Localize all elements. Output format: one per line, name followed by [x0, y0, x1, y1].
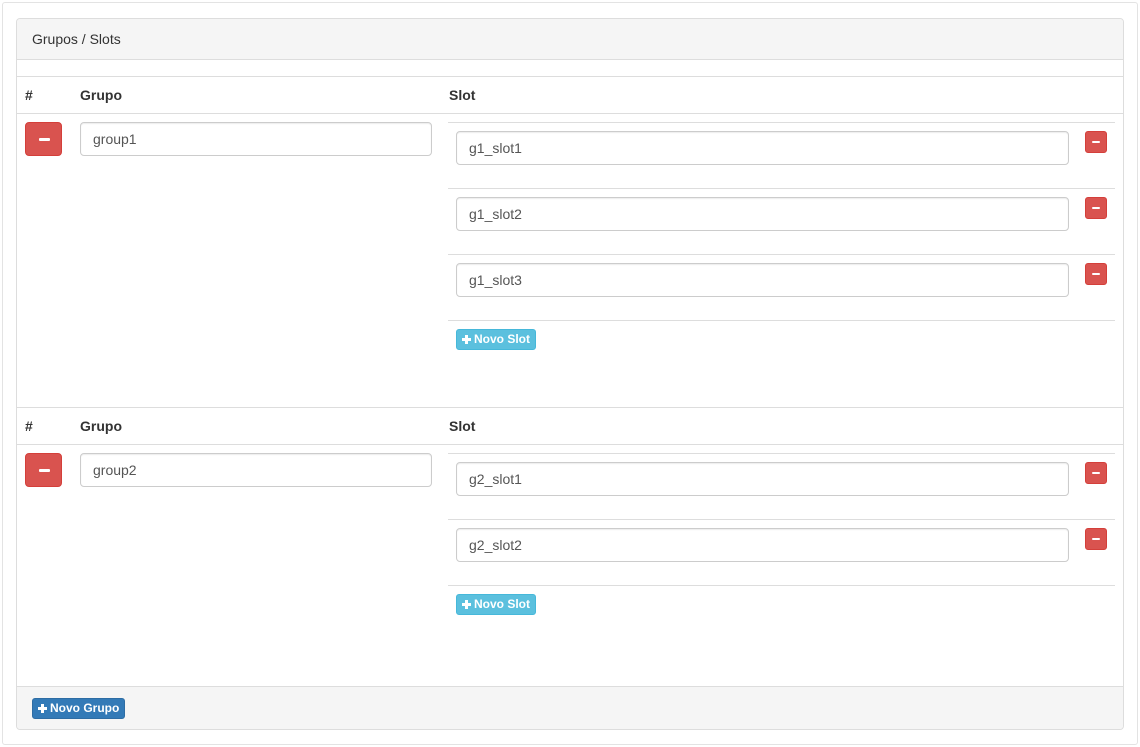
column-header-group: Grupo [80, 87, 122, 103]
slot-input[interactable]: g1_slot1 [456, 131, 1069, 165]
table-header: # Grupo Slot [17, 76, 1123, 114]
remove-slot-button[interactable] [1085, 528, 1107, 550]
slot-input[interactable]: g1_slot2 [456, 197, 1069, 231]
new-slot-button[interactable]: Novo Slot [456, 594, 536, 615]
remove-slot-button[interactable] [1085, 131, 1107, 153]
group-name-input[interactable]: group1 [80, 122, 432, 156]
remove-slot-button[interactable] [1085, 263, 1107, 285]
plus-icon [462, 600, 471, 609]
page-container: Grupos / Slots # Grupo Slot group1 g1_sl… [2, 2, 1138, 745]
remove-slot-button[interactable] [1085, 462, 1107, 484]
slot-divider [448, 254, 1115, 255]
column-header-group: Grupo [80, 418, 122, 434]
new-slot-button[interactable]: Novo Slot [456, 329, 536, 350]
column-header-index: # [25, 418, 33, 434]
column-header-slot: Slot [449, 87, 476, 103]
groups-panel: Grupos / Slots # Grupo Slot group1 g1_sl… [16, 18, 1124, 730]
slot-divider [448, 453, 1115, 454]
column-header-slot: Slot [449, 418, 476, 434]
slot-divider [448, 122, 1115, 123]
slot-divider [448, 188, 1115, 189]
remove-group-button[interactable] [25, 122, 62, 156]
breadcrumb: Grupos / Slots [32, 31, 121, 47]
panel-heading: Grupos / Slots [17, 19, 1123, 60]
group-name-input[interactable]: group2 [80, 453, 432, 487]
table-header: # Grupo Slot [17, 407, 1123, 445]
slot-divider [448, 585, 1115, 586]
panel-body: # Grupo Slot group1 g1_slot1 g1_slot2 g1… [17, 60, 1123, 687]
slot-input[interactable]: g1_slot3 [456, 263, 1069, 297]
remove-group-button[interactable] [25, 453, 62, 487]
remove-slot-button[interactable] [1085, 197, 1107, 219]
plus-icon [38, 704, 47, 713]
slot-input[interactable]: g2_slot2 [456, 528, 1069, 562]
plus-icon [462, 335, 471, 344]
slot-divider [448, 320, 1115, 321]
panel-footer: Novo Grupo [17, 686, 1123, 729]
new-group-button[interactable]: Novo Grupo [32, 698, 126, 719]
column-header-index: # [25, 87, 33, 103]
slot-input[interactable]: g2_slot1 [456, 462, 1069, 496]
slot-divider [448, 519, 1115, 520]
